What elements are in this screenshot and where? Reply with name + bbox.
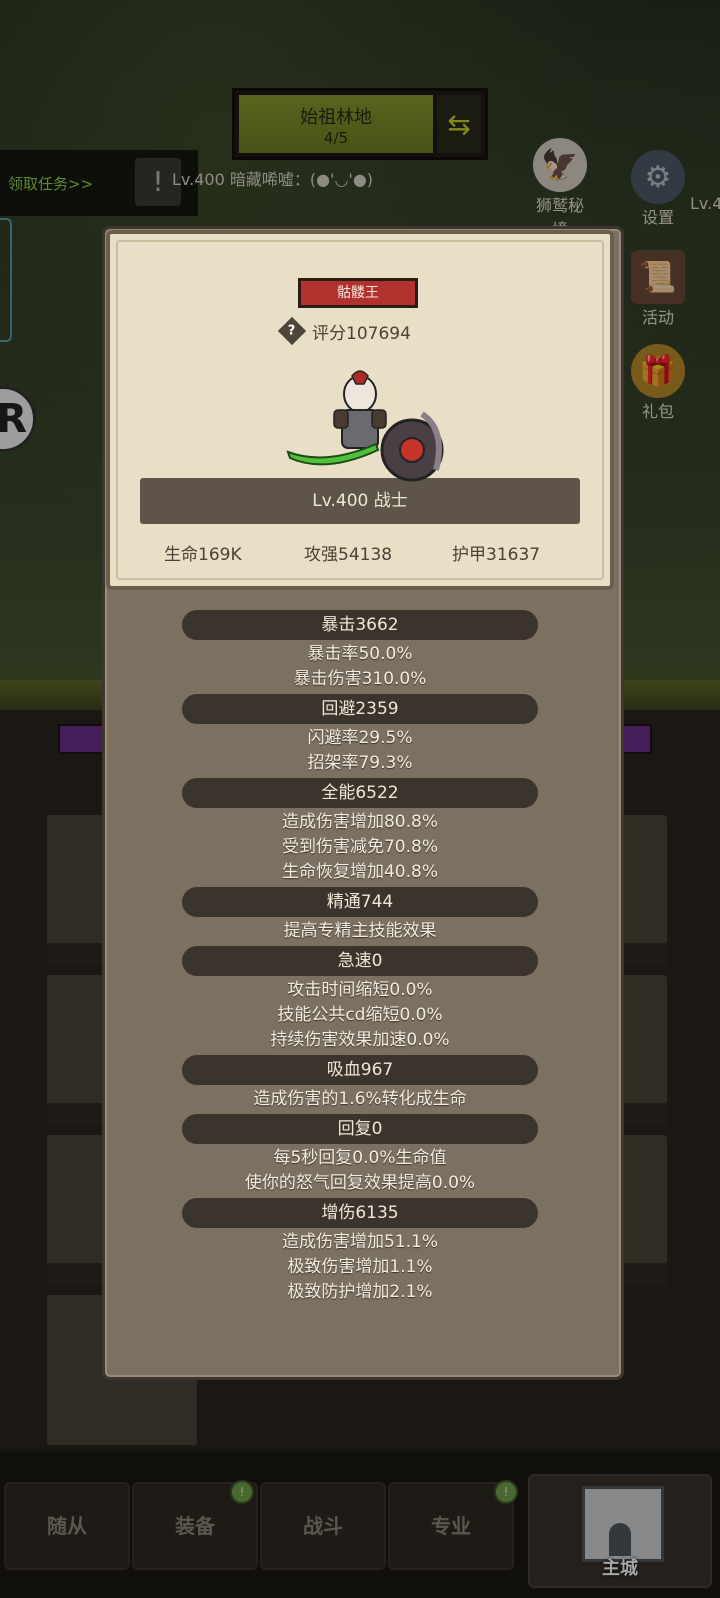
attribute-detail: 提高专精主技能效果 <box>283 921 437 941</box>
attribute-group-crit: 暴击3662 暴击率50.0% 暴击伤害310.0% <box>106 610 614 692</box>
attribute-detail: 受到伤害减免70.8% <box>281 837 438 857</box>
score-row: ? 评分107694 <box>277 316 411 346</box>
attribute-list: 暴击3662 暴击率50.0% 暴击伤害310.0% 回避2359 闪避率29.… <box>106 610 614 1307</box>
attribute-detail: 暴击率50.0% <box>307 644 413 664</box>
attribute-detail: 使你的怒气回复效果提高0.0% <box>244 1173 476 1193</box>
attribute-detail: 持续伤害效果加速0.0% <box>270 1030 450 1050</box>
attribute-group-mastery: 精通744 提高专精主技能效果 <box>106 887 614 944</box>
hero-armor: 护甲31637 <box>452 545 541 565</box>
attribute-header: 吸血967 <box>182 1055 538 1085</box>
attribute-header: 回复0 <box>182 1114 538 1144</box>
attribute-detail: 造成伤害的1.6%转化成生命 <box>253 1089 467 1109</box>
attribute-detail: 造成伤害增加51.1% <box>281 1232 438 1252</box>
hero-hp: 生命169K <box>164 545 242 565</box>
hero-attack: 攻强54138 <box>304 545 393 565</box>
attribute-detail: 招架率79.3% <box>307 753 413 773</box>
attribute-detail: 暴击伤害310.0% <box>293 669 427 689</box>
attribute-header: 暴击3662 <box>182 610 538 640</box>
attribute-group-avoidance: 回避2359 闪避率29.5% 招架率79.3% <box>106 694 614 776</box>
hero-score: 评分107694 <box>312 323 411 344</box>
attribute-group-haste: 急速0 攻击时间缩短0.0% 技能公共cd缩短0.0% 持续伤害效果加速0.0% <box>106 946 614 1053</box>
attribute-detail: 造成伤害增加80.8% <box>281 812 438 832</box>
attribute-group-regen: 回复0 每5秒回复0.0%生命值 使你的怒气回复效果提高0.0% <box>106 1114 614 1196</box>
hero-core-stats: 生命169K 攻强54138 护甲31637 <box>106 540 614 570</box>
attribute-header: 回避2359 <box>182 694 538 724</box>
attribute-detail: 极致伤害增加1.1% <box>287 1257 433 1277</box>
attribute-detail: 每5秒回复0.0%生命值 <box>273 1148 447 1168</box>
attribute-detail: 攻击时间缩短0.0% <box>287 980 433 1000</box>
attribute-group-damage-boost: 增伤6135 造成伤害增加51.1% 极致伤害增加1.1% 极致防护增加2.1% <box>106 1198 614 1305</box>
attribute-detail: 极致防护增加2.1% <box>287 1282 433 1302</box>
attribute-header: 精通744 <box>182 887 538 917</box>
warrior-portrait-icon <box>286 370 444 482</box>
attribute-header: 急速0 <box>182 946 538 976</box>
hero-name-badge: 骷髅王 <box>298 278 418 308</box>
question-icon[interactable]: ? <box>277 316 307 346</box>
attribute-group-versatility: 全能6522 造成伤害增加80.8% 受到伤害减免70.8% 生命恢复增加40.… <box>106 778 614 885</box>
attribute-header: 全能6522 <box>182 778 538 808</box>
attribute-header: 增伤6135 <box>182 1198 538 1228</box>
attribute-group-lifesteal: 吸血967 造成伤害的1.6%转化成生命 <box>106 1055 614 1112</box>
attribute-detail: 生命恢复增加40.8% <box>281 862 438 882</box>
attribute-detail: 闪避率29.5% <box>307 728 413 748</box>
attribute-detail: 技能公共cd缩短0.0% <box>277 1005 443 1025</box>
